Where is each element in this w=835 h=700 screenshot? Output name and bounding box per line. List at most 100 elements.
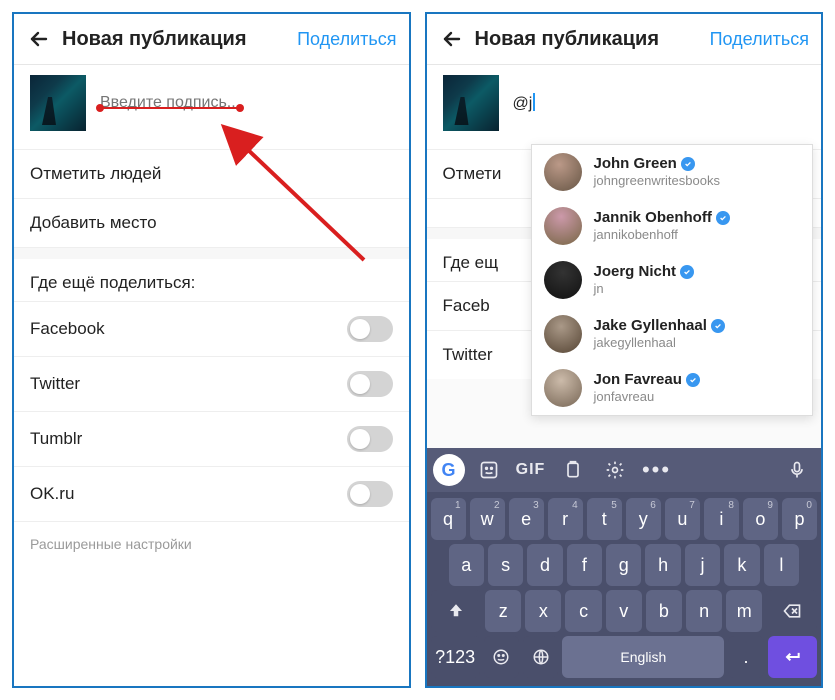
key-f[interactable]: f: [567, 544, 602, 586]
suggestion-name: Jon Favreau: [594, 371, 682, 389]
share-okru-row: OK.ru: [14, 466, 409, 521]
header: Новая публикация Поделиться: [14, 14, 409, 65]
key-v[interactable]: v: [606, 590, 642, 632]
shift-key[interactable]: [431, 590, 482, 632]
suggestion-username: jonfavreau: [594, 389, 700, 405]
network-label: Twitter: [443, 345, 493, 365]
globe-key[interactable]: [523, 636, 558, 678]
caption-input[interactable]: @j: [513, 93, 806, 113]
key-b[interactable]: b: [646, 590, 682, 632]
network-label: Facebook: [30, 319, 105, 339]
key-c[interactable]: c: [565, 590, 601, 632]
verified-icon: [681, 157, 695, 171]
key-j[interactable]: j: [685, 544, 720, 586]
twitter-toggle[interactable]: [347, 371, 393, 397]
space-key[interactable]: English: [562, 636, 724, 678]
section-spacer: [14, 247, 409, 259]
suggestion-username: johngreenwritesbooks: [594, 173, 720, 189]
key-l[interactable]: l: [764, 544, 799, 586]
key-p[interactable]: p0: [782, 498, 817, 540]
key-t[interactable]: t5: [587, 498, 622, 540]
share-tumblr-row: Tumblr: [14, 411, 409, 466]
network-label: Tumblr: [30, 429, 82, 449]
network-label: OK.ru: [30, 484, 74, 504]
suggestion-username: jn: [594, 281, 695, 297]
key-u[interactable]: u7: [665, 498, 700, 540]
suggestion-item[interactable]: Jon Favreau jonfavreau: [532, 361, 813, 415]
gif-button[interactable]: GIF: [513, 454, 549, 486]
key-k[interactable]: k: [724, 544, 759, 586]
key-n[interactable]: n: [686, 590, 722, 632]
suggestion-item[interactable]: Joerg Nicht jn: [532, 253, 813, 307]
verified-icon: [686, 373, 700, 387]
suggestion-username: jannikobenhoff: [594, 227, 730, 243]
key-s[interactable]: s: [488, 544, 523, 586]
back-arrow-icon[interactable]: [439, 26, 465, 52]
advanced-settings-row[interactable]: Расширенные настройки: [14, 521, 409, 566]
backspace-key[interactable]: [766, 590, 817, 632]
suggestion-username: jakegyllenhaal: [594, 335, 725, 351]
emoji-key[interactable]: [484, 636, 519, 678]
tumblr-toggle[interactable]: [347, 426, 393, 452]
gear-icon[interactable]: [597, 454, 633, 486]
post-thumbnail[interactable]: [30, 75, 86, 131]
verified-icon: [680, 265, 694, 279]
on-screen-keyboard: G GIF ••• q1w2e3r4t5y6u7i8o9p0 asdfghjkl…: [427, 448, 822, 686]
key-d[interactable]: d: [527, 544, 562, 586]
suggestion-name: Jake Gyllenhaal: [594, 317, 707, 335]
keyboard-toolbar: G GIF •••: [427, 448, 822, 492]
network-label: Faceb: [443, 296, 490, 316]
caption-value: @j: [513, 95, 533, 112]
key-z[interactable]: z: [485, 590, 521, 632]
key-x[interactable]: x: [525, 590, 561, 632]
key-w[interactable]: w2: [470, 498, 505, 540]
header: Новая публикация Поделиться: [427, 14, 822, 65]
more-icon[interactable]: •••: [639, 454, 675, 486]
verified-icon: [711, 319, 725, 333]
google-icon[interactable]: G: [433, 454, 465, 486]
avatar: [544, 207, 582, 245]
mic-icon[interactable]: [779, 454, 815, 486]
key-y[interactable]: y6: [626, 498, 661, 540]
sticker-icon[interactable]: [471, 454, 507, 486]
period-key[interactable]: .: [728, 636, 763, 678]
suggestion-name: Jannik Obenhoff: [594, 209, 712, 227]
avatar: [544, 261, 582, 299]
okru-toggle[interactable]: [347, 481, 393, 507]
key-i[interactable]: i8: [704, 498, 739, 540]
mode-key[interactable]: ?123: [431, 636, 480, 678]
key-m[interactable]: m: [726, 590, 762, 632]
tag-people-label: Отмети: [443, 164, 502, 184]
share-twitter-row: Twitter: [14, 356, 409, 411]
clipboard-icon[interactable]: [555, 454, 591, 486]
enter-key[interactable]: [768, 636, 817, 678]
suggestion-item[interactable]: Jannik Obenhoff jannikobenhoff: [532, 199, 813, 253]
back-arrow-icon[interactable]: [26, 26, 52, 52]
blank-area: [14, 566, 409, 686]
suggestion-name: John Green: [594, 155, 677, 173]
key-g[interactable]: g: [606, 544, 641, 586]
tag-people-row[interactable]: Отметить людей: [14, 149, 409, 198]
caption-area: [14, 65, 409, 149]
tag-people-label: Отметить людей: [30, 164, 161, 184]
add-place-label: Добавить место: [30, 213, 157, 233]
post-thumbnail[interactable]: [443, 75, 499, 131]
suggestion-item[interactable]: John Green johngreenwritesbooks: [532, 145, 813, 199]
key-e[interactable]: e3: [509, 498, 544, 540]
key-o[interactable]: o9: [743, 498, 778, 540]
page-title: Новая публикация: [475, 28, 710, 51]
share-button[interactable]: Поделиться: [710, 29, 809, 50]
key-a[interactable]: a: [449, 544, 484, 586]
add-place-row[interactable]: Добавить место: [14, 198, 409, 247]
page-title: Новая публикация: [62, 28, 297, 51]
text-cursor-icon: [533, 93, 535, 111]
key-h[interactable]: h: [645, 544, 680, 586]
share-button[interactable]: Поделиться: [297, 29, 396, 50]
facebook-toggle[interactable]: [347, 316, 393, 342]
key-r[interactable]: r4: [548, 498, 583, 540]
phone-right: Новая публикация Поделиться @j Отмети Гд…: [425, 12, 824, 688]
suggestion-item[interactable]: Jake Gyllenhaal jakegyllenhaal: [532, 307, 813, 361]
caption-input[interactable]: [100, 94, 393, 112]
key-q[interactable]: q1: [431, 498, 466, 540]
caption-area: @j: [427, 65, 822, 149]
